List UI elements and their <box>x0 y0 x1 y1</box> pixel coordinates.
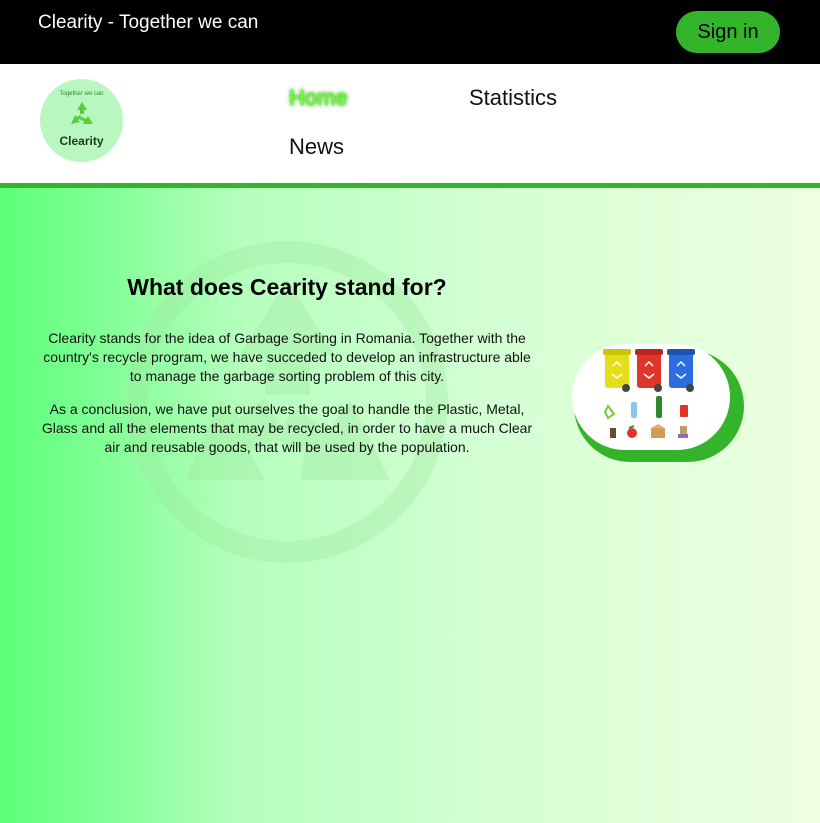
intro-paragraph: Clearity stands for the idea of Garbage … <box>43 330 531 384</box>
nav-statistics-link[interactable]: Statistics <box>469 85 557 111</box>
recycle-icon <box>71 102 93 124</box>
nav-home-link[interactable]: Home <box>289 85 348 111</box>
site-logo[interactable]: Together we can Clearity <box>40 79 123 162</box>
navigation-bar: Together we can Clearity Home Statistics… <box>0 64 820 183</box>
hero-section: What does Cearity stand for? Clearity st… <box>0 188 820 823</box>
recycle-bins-image <box>572 344 730 450</box>
top-bar: Clearity - Together we can Sign in <box>0 0 820 64</box>
logo-tagline: Together we can <box>59 91 104 97</box>
conclusion-paragraph: As a conclusion, we have put ourselves t… <box>41 401 533 455</box>
site-title: Clearity - Together we can <box>38 12 259 33</box>
section-heading: What does Cearity stand for? <box>127 274 447 300</box>
nav-news-link[interactable]: News <box>289 134 344 160</box>
sign-in-button[interactable]: Sign in <box>676 11 780 53</box>
recycle-bins-illustration <box>603 349 695 438</box>
logo-name: Clearity <box>59 134 104 148</box>
